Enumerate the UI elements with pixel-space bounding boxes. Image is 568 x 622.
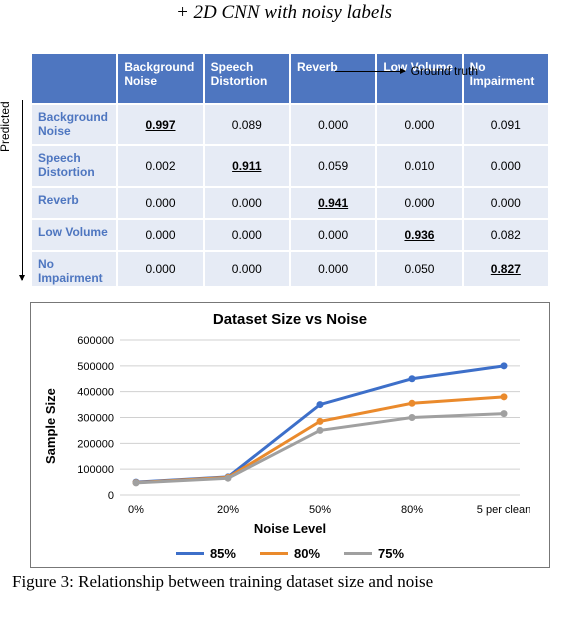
svg-text:100000: 100000 (77, 464, 114, 476)
svg-text:600000: 600000 (77, 335, 114, 347)
svg-text:20%: 20% (217, 504, 239, 516)
cell: 0.827 (464, 252, 548, 286)
cell: 0.000 (291, 220, 375, 250)
chart-legend: 85% 80% 75% (41, 546, 539, 561)
arrow-right-icon (335, 71, 405, 72)
cell: 0.000 (118, 220, 202, 250)
svg-text:200000: 200000 (77, 438, 114, 450)
cell: 0.000 (118, 188, 202, 218)
ground-truth-label: Ground truth (411, 64, 478, 78)
table-row: Speech Distortion 0.002 0.911 0.059 0.01… (32, 146, 548, 186)
svg-text:0: 0 (108, 490, 114, 502)
cell: 0.936 (377, 220, 461, 250)
col-header: Speech Distortion (205, 54, 289, 103)
svg-text:400000: 400000 (77, 386, 114, 398)
cell: 0.010 (377, 146, 461, 186)
cell: 0.059 (291, 146, 375, 186)
cell: 0.000 (464, 146, 548, 186)
ground-truth-axis: Ground truth (335, 64, 478, 78)
row-header: Background Noise (32, 105, 116, 145)
col-header: Low Volume (377, 54, 461, 103)
svg-text:300000: 300000 (77, 412, 114, 424)
header-row: Background Noise Speech Distortion Rever… (32, 54, 548, 103)
row-header: Reverb (32, 188, 116, 218)
y-axis-label: Sample Size (41, 334, 60, 519)
svg-text:50%: 50% (309, 504, 331, 516)
cell: 0.000 (464, 188, 548, 218)
svg-text:500000: 500000 (77, 360, 114, 372)
cell: 0.002 (118, 146, 202, 186)
cell: 0.089 (205, 105, 289, 145)
arrow-down-icon (22, 100, 23, 280)
cell: 0.000 (291, 105, 375, 145)
title-line: + 2D CNN with noisy labels (0, 2, 568, 24)
row-header: Low Volume (32, 220, 116, 250)
figure-caption: Figure 3: Relationship between training … (12, 572, 556, 592)
table-row: No Impairment 0.000 0.000 0.000 0.050 0.… (32, 252, 548, 286)
confusion-matrix: Background Noise Speech Distortion Rever… (30, 52, 550, 288)
cell: 0.000 (118, 252, 202, 286)
col-header: No Impairment (464, 54, 548, 103)
col-header: Background Noise (118, 54, 202, 103)
cell: 0.000 (377, 105, 461, 145)
cell: 0.082 (464, 220, 548, 250)
table-row: Background Noise 0.997 0.089 0.000 0.000… (32, 105, 548, 145)
chart-box: Dataset Size vs Noise Sample Size 0 10000… (30, 302, 550, 568)
table-row: Low Volume 0.000 0.000 0.000 0.936 0.082 (32, 220, 548, 250)
cell: 0.091 (464, 105, 548, 145)
svg-text:5 per clean: 5 per clean (477, 504, 530, 516)
legend-item: 80% (260, 546, 320, 561)
chart-plot: 0 100000 200000 300000 400000 500000 600000 0% 2… (60, 334, 530, 519)
cell: 0.000 (205, 252, 289, 286)
svg-text:80%: 80% (401, 504, 423, 516)
cell: 0.000 (377, 188, 461, 218)
row-header: No Impairment (32, 252, 116, 286)
cell: 0.050 (377, 252, 461, 286)
cell: 0.941 (291, 188, 375, 218)
corner-cell (32, 54, 116, 103)
cell: 0.000 (205, 220, 289, 250)
col-header: Reverb (291, 54, 375, 103)
table-row: Reverb 0.000 0.000 0.941 0.000 0.000 (32, 188, 548, 218)
row-header: Speech Distortion (32, 146, 116, 186)
x-axis-label: Noise Level (41, 521, 539, 536)
predicted-label: Predicted (0, 101, 12, 152)
confusion-region: Ground truth Predicted Background Noise … (0, 52, 568, 288)
legend-item: 85% (176, 546, 236, 561)
legend-item: 75% (344, 546, 404, 561)
cell: 0.911 (205, 146, 289, 186)
cell: 0.000 (291, 252, 375, 286)
chart-title: Dataset Size vs Noise (41, 311, 539, 328)
cell: 0.997 (118, 105, 202, 145)
svg-text:0%: 0% (128, 504, 144, 516)
cell: 0.000 (205, 188, 289, 218)
